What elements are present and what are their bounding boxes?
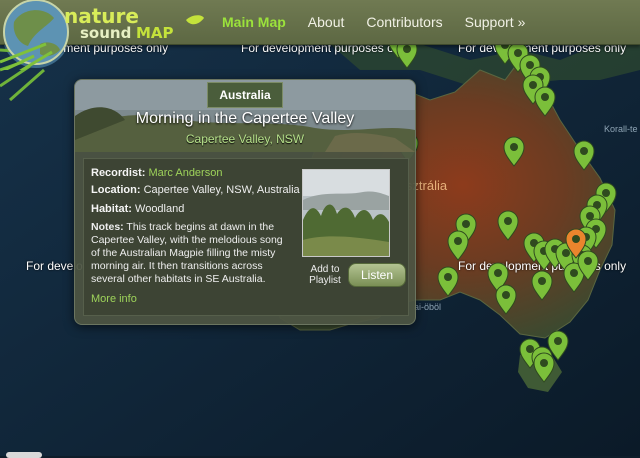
map-marker-icon[interactable] bbox=[447, 230, 469, 261]
nav-support[interactable]: Support » bbox=[465, 14, 526, 30]
map-marker-icon[interactable] bbox=[497, 210, 519, 241]
map-marker-icon[interactable] bbox=[531, 270, 553, 301]
listen-button[interactable]: Listen bbox=[348, 263, 406, 287]
recording-title: Morning in the Capertee Valley bbox=[135, 110, 355, 127]
nav-about[interactable]: About bbox=[308, 14, 345, 30]
main-nav: Main Map About Contributors Support » bbox=[222, 0, 547, 44]
logo-word-map: MAP bbox=[136, 24, 174, 42]
nav-contributors[interactable]: Contributors bbox=[366, 14, 442, 30]
recordist-link[interactable]: Marc Anderson bbox=[148, 167, 222, 179]
site-logo[interactable]: nature sound MAP bbox=[0, 0, 210, 70]
popup-header: Australia Morning in the Capertee Valley… bbox=[75, 80, 415, 152]
location-row: Location: Capertee Valley, NSW, Australi… bbox=[91, 184, 300, 197]
recording-thumbnail bbox=[302, 169, 390, 257]
add-to-playlist-button[interactable]: Add to Playlist bbox=[303, 264, 347, 286]
more-info-link[interactable]: More info bbox=[91, 293, 137, 305]
location-label: Location: bbox=[91, 184, 141, 196]
map-marker-icon[interactable] bbox=[573, 140, 595, 171]
nav-main-map[interactable]: Main Map bbox=[222, 14, 286, 30]
recordist-label: Recordist: bbox=[91, 167, 146, 179]
habitat-row: Habitat: Woodland bbox=[91, 203, 184, 216]
map-marker-icon[interactable] bbox=[534, 86, 556, 117]
habitat-label: Habitat: bbox=[91, 203, 132, 215]
notes-text: Notes: This track begins at dawn in the … bbox=[91, 221, 287, 286]
location-value: Capertee Valley, NSW, Australia bbox=[143, 184, 300, 196]
recording-subtitle: Capertee Valley, NSW bbox=[185, 132, 305, 146]
scroll-indicator bbox=[6, 452, 42, 458]
region-badge: Australia bbox=[207, 82, 283, 108]
leaf-icon bbox=[186, 15, 204, 25]
habitat-value: Woodland bbox=[135, 203, 185, 215]
popup-body: Recordist: Marc Anderson Location: Caper… bbox=[83, 158, 409, 316]
recordist-row: Recordist: Marc Anderson bbox=[91, 167, 222, 180]
map-marker-icon[interactable] bbox=[437, 266, 459, 297]
map-marker-icon[interactable] bbox=[503, 136, 525, 167]
recording-popup: Australia Morning in the Capertee Valley… bbox=[74, 79, 416, 325]
logo-word-sound: sound bbox=[80, 24, 132, 42]
map-marker-icon[interactable] bbox=[533, 352, 555, 383]
map-marker-icon[interactable] bbox=[495, 284, 517, 315]
notes-label: Notes: bbox=[91, 221, 124, 233]
